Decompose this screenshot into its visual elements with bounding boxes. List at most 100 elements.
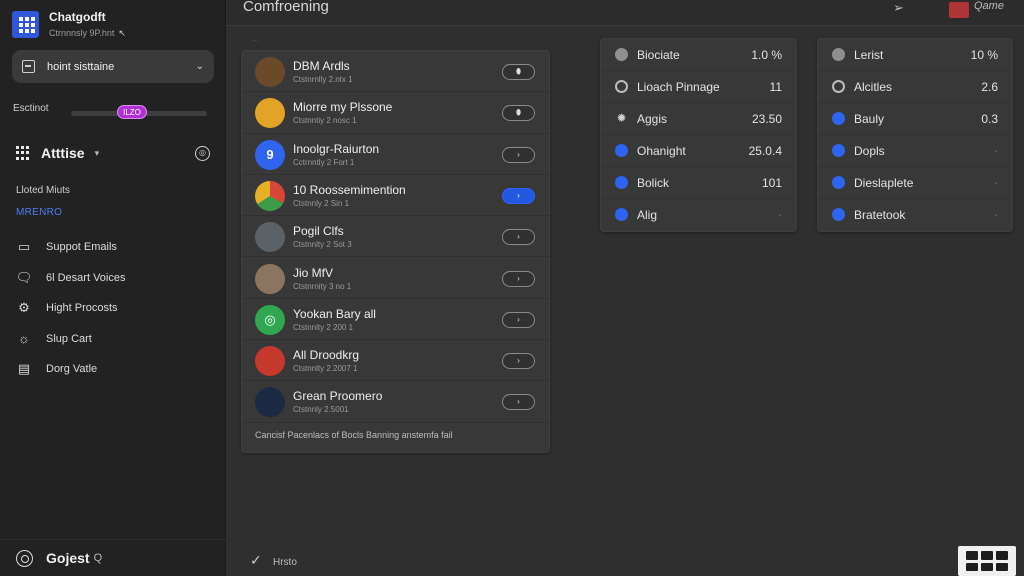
item-subtitle: Ctstnnlty 2 200 1 [293, 322, 354, 332]
stat-row[interactable]: ✹ Aggis 23.50 [601, 103, 796, 135]
brand[interactable]: Chatgodft Ctrnnnsly 9P.hnt ↖ [12, 10, 126, 39]
status-dot-icon [832, 176, 845, 189]
item-name: Yookan Bary all [293, 306, 376, 321]
search-icon[interactable]: Q [94, 552, 103, 564]
item-open-button[interactable]: › [502, 270, 535, 287]
slider-label: Esctinot [13, 103, 49, 114]
stat-label: Alig [637, 208, 658, 222]
model-select[interactable]: hoint sisttaine ⌄ [12, 50, 214, 83]
sidebar-item-desart-voices[interactable]: 🗨 6l Desart Voices [16, 263, 216, 294]
stat-row[interactable]: Bratetook - [818, 199, 1012, 231]
stat-row[interactable]: Lerist 10 % [818, 39, 1012, 71]
stat-row[interactable]: Ohanight 25.0.4 [601, 135, 796, 167]
item-toggle-button[interactable]: ⬮ [502, 64, 535, 80]
stat-row[interactable]: Alcitles 2.6 [818, 71, 1012, 103]
stats-card-right: Lerist 10 % Alcitles 2.6 Bauly 0.3 Dopls… [817, 38, 1013, 232]
avatar [255, 98, 285, 129]
item-subtitle: Ctstnnly 2 Sin 1 [293, 198, 350, 208]
section-header: Atttise ▾ ◎ [16, 142, 210, 164]
stat-value: 25.0.4 [748, 144, 782, 158]
status-dot-icon [615, 48, 628, 61]
status-dot-icon [615, 144, 628, 157]
ring-icon [615, 80, 628, 93]
slider-thumb[interactable]: ILZO [117, 105, 147, 119]
avatar [255, 346, 285, 377]
stat-row[interactable]: Dieslaplete - [818, 167, 1012, 199]
list-item[interactable]: DBM Ardls Ctstnrnlly 2.ntx 1 ⬮ [242, 51, 549, 93]
item-open-button[interactable]: › [502, 311, 535, 328]
item-open-button[interactable]: › [502, 187, 535, 204]
status-dot-icon [832, 112, 845, 125]
ring-icon [832, 80, 845, 93]
item-toggle-button[interactable]: ⬮ [502, 105, 535, 122]
send-icon[interactable]: ➢ [893, 0, 904, 16]
avatar: 9 [255, 139, 285, 170]
sidebar-item-label: 6l Desart Voices [46, 271, 126, 284]
section-title[interactable]: Atttise [41, 145, 85, 161]
sidebar-item-dorg-vatle[interactable]: ▤ Dorg Vatle [16, 354, 216, 385]
target-icon [16, 549, 33, 567]
item-subtitle: Ctstnntiy 2 nosc 1 [293, 116, 357, 126]
sidebar-item-slup-cart[interactable]: ☼ Slup Cart [16, 324, 216, 355]
item-open-button[interactable]: › [502, 146, 535, 163]
item-name: Jio MfV [293, 265, 334, 280]
stat-label: Bratetook [854, 208, 906, 222]
stat-row[interactable]: Lioach Pinnage 11 [601, 71, 796, 103]
item-subtitle: Ctstnnlty 2.2007 1 [293, 364, 358, 374]
item-open-button[interactable]: › [502, 229, 535, 246]
top-link[interactable]: Qame [974, 0, 1004, 12]
stat-value: - [994, 210, 998, 221]
list-item[interactable]: ◎ Yookan Bary all Ctstnnlty 2 200 1 › [242, 299, 549, 341]
app-subtitle: Ctrnnnsly 9P.hnt [49, 28, 115, 38]
stat-label: Bolick [637, 176, 670, 190]
document-icon: ▤ [17, 361, 31, 377]
list-item[interactable]: Pogil Clfs Ctstnnlty 2 Sot 3 › [242, 216, 549, 258]
list-footer-text: Cancisf Pacenlacs of Bocls Banning anste… [255, 430, 453, 440]
stat-value: 10 % [970, 48, 998, 62]
grid-icon [16, 145, 31, 161]
avatar [255, 57, 285, 87]
stat-row[interactable]: Dopls - [818, 135, 1012, 167]
list-item[interactable]: Miorre my Plssone Ctstnntiy 2 nosc 1 ⬮ [242, 92, 549, 134]
nav-caption: Lloted Miuts [16, 185, 70, 196]
status-dot-icon [832, 208, 845, 221]
contact-list: DBM Ardls Ctstnrnlly 2.ntx 1 ⬮ Miorre my… [241, 50, 550, 453]
section-action-icon[interactable]: ◎ [195, 145, 210, 161]
topbar: Comfroening ➢ Qame [227, 0, 1024, 26]
avatar: ◎ [255, 304, 285, 335]
stat-row[interactable]: Alig - [601, 199, 796, 231]
list-item[interactable]: Jio MfV Ctstnrnity 3 no 1 › [242, 258, 549, 299]
stat-row[interactable]: Bolick 101 [601, 167, 796, 199]
bottom-label[interactable]: Hrsto [273, 557, 297, 568]
avatar [255, 387, 285, 418]
stat-value: 11 [769, 80, 782, 94]
sidebar-item-support-emails[interactable]: ▭ Suppot Emails [16, 232, 216, 263]
item-open-button[interactable]: › [502, 394, 535, 411]
list-item[interactable]: Grean Proomero Ctstnnly 2.5001 › [242, 381, 549, 423]
page-title: Comfroening [243, 0, 329, 15]
list-hint: ... [253, 37, 259, 43]
list-item[interactable]: 9 Inoolgr-Raiurton Cctrnntly 2 Fort 1 › [242, 134, 549, 175]
nav-item-active[interactable]: MRENRO [16, 207, 62, 218]
notification-badge[interactable] [949, 2, 969, 18]
stat-value: - [778, 210, 782, 221]
item-subtitle: Ctstnrnlly 2.ntx 1 [293, 75, 353, 84]
stat-row[interactable]: Biociate 1.0 % [601, 39, 796, 71]
mail-icon: ▭ [17, 239, 31, 255]
item-subtitle: Ctstnrnity 3 no 1 [293, 281, 352, 291]
sidebar-footer[interactable]: Gojest Q [0, 539, 226, 576]
list-item[interactable]: All Droodkrg Ctstnnlty 2.2007 1 › [242, 340, 549, 382]
list-item[interactable]: 10 Roossemimention Ctstnnly 2 Sin 1 › [242, 175, 549, 217]
footer-label: Gojest [46, 550, 90, 566]
sidebar-item-hight-procosts[interactable]: ⚙ Hight Procosts [16, 293, 216, 324]
stats-card-left: Biociate 1.0 % Lioach Pinnage 11 ✹ Aggis… [600, 38, 797, 232]
chevron-down-icon[interactable]: ▾ [95, 148, 100, 159]
item-name: Grean Proomero [293, 389, 383, 404]
stat-row[interactable]: Bauly 0.3 [818, 103, 1012, 135]
keyboard-icon[interactable] [958, 546, 1016, 576]
sidebar-nav: ▭ Suppot Emails 🗨 6l Desart Voices ⚙ Hig… [16, 232, 216, 385]
stat-label: Lerist [854, 48, 884, 62]
stat-value: 101 [761, 176, 782, 190]
check-icon[interactable]: ✓ [250, 552, 262, 569]
item-open-button[interactable]: › [502, 353, 535, 370]
